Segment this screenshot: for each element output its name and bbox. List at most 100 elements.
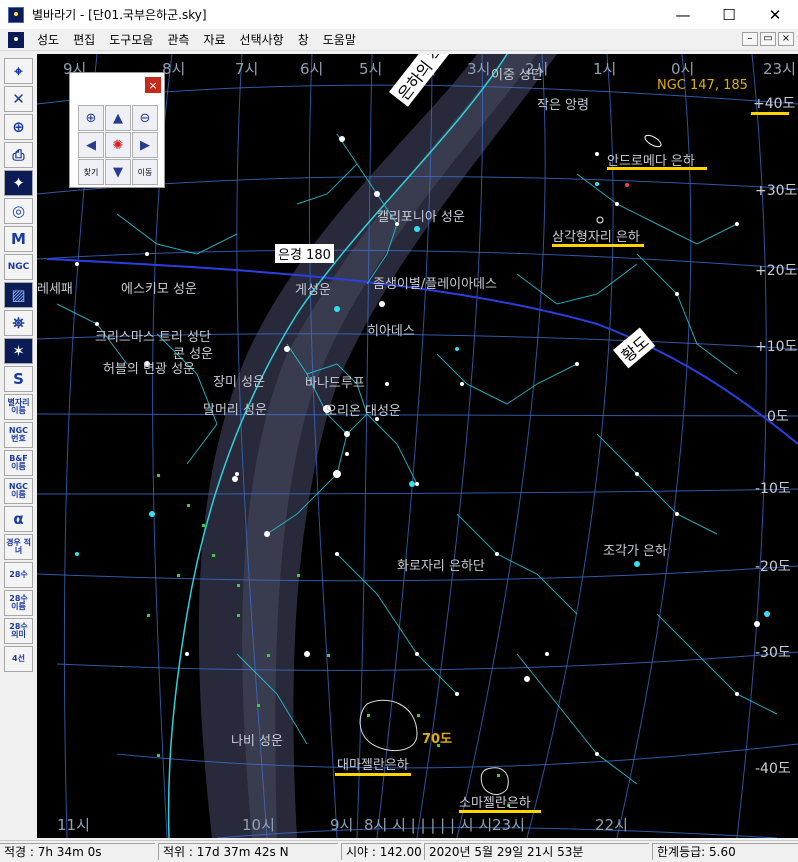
hour-label-bottom: 23시 [492, 816, 525, 834]
globe-icon[interactable]: ⊕ [4, 114, 33, 140]
zoom-out-icon[interactable]: ⊖ [132, 105, 158, 131]
menu-help[interactable]: 도움말 [316, 31, 363, 48]
dec40-underline [751, 112, 789, 115]
star-map-icon[interactable]: ✦ [4, 170, 33, 196]
nebula-icon[interactable]: ◎ [4, 198, 33, 224]
menu-bar: 성도 편집 도구모음 관측 자료 선택사항 창 도움말 – ▭ × [0, 29, 798, 51]
ngc147-label[interactable]: NGC 147, 185 [657, 78, 748, 93]
zodiac28-name-icon[interactable]: 28수 이름 [4, 590, 33, 616]
center-icon[interactable]: ✺ [105, 132, 131, 158]
maximize-button[interactable]: ☐ [706, 0, 752, 29]
dec-label: -30도 [755, 645, 791, 661]
milkyway-icon[interactable]: ▨ [4, 282, 33, 308]
jellyfish-label[interactable]: 레세패 [37, 278, 73, 297]
status-dec: 적위 : 17d 37m 42s N [158, 843, 338, 860]
tools-icon[interactable]: 4선 [4, 646, 33, 672]
crab-nebula-label[interactable]: 게성운 [295, 279, 331, 298]
nav-close-button[interactable]: × [145, 77, 161, 93]
cross-grid-icon[interactable]: ✕ [4, 86, 33, 112]
menu-star-chart[interactable]: 성도 [30, 31, 66, 48]
orion-nebula-label[interactable]: 오리온 대성운 [325, 400, 401, 419]
smc-underline [459, 810, 541, 813]
hour-label-top: 3시 [467, 60, 491, 78]
hour-label-top: 5시 [359, 60, 383, 78]
navigation-panel: × ⊕ ▲ ⊖ ◀ ✺ ▶ 찾기 ▼ 이동 [69, 72, 165, 188]
fornax-cluster-label[interactable]: 화로자리 은하단 [397, 555, 485, 574]
telescope-icon[interactable]: ⛯ [4, 310, 33, 336]
status-bar: 적경 : 7h 34m 0s 적위 : 17d 37m 42s N 시야 : 1… [0, 840, 798, 862]
barnard-loop-label[interactable]: 바나드루프 [305, 372, 365, 391]
mdi-restore-button[interactable]: ▭ [760, 32, 776, 46]
starfield-icon[interactable]: ✶ [4, 338, 33, 364]
menu-edit[interactable]: 편집 [66, 31, 102, 48]
dec-label: 0도 [767, 409, 789, 425]
lmc-underline [335, 773, 411, 776]
menu-observe[interactable]: 관측 [160, 31, 196, 48]
zodiac28-icon[interactable]: 28수 [4, 562, 33, 588]
hour-label-bottom: 10시 [242, 816, 275, 834]
left-toolbar: ⌖ ✕ ⊕ ⎙ ✦ ◎ M NGC ▨ ⛯ ✶ S 별자리 이름 NGC 번호 … [2, 54, 35, 834]
path-icon[interactable]: S [4, 366, 33, 392]
ngc-icon[interactable]: NGC [4, 254, 33, 280]
sculptor-galaxy-label[interactable]: 조각가 은하 [603, 540, 667, 559]
hour-label-top: 23시 [763, 60, 796, 78]
ra-icon[interactable]: 경우 적녀 [4, 534, 33, 560]
menu-data[interactable]: 자료 [196, 31, 232, 48]
arrow-left-icon[interactable]: ◀ [78, 132, 104, 158]
window-title: 별바라기 - [단01.국부은하군.sky] [32, 8, 207, 22]
pleiades-label[interactable]: 좀생이별/플레이아데스 [373, 273, 497, 292]
dec-label: +30도 [755, 183, 798, 199]
print-icon[interactable]: ⎙ [4, 142, 33, 168]
ngc-name-icon[interactable]: NGC 이름 [4, 478, 33, 504]
ngc-number-icon[interactable]: NGC 번호 [4, 422, 33, 448]
mdi-close-button[interactable]: × [778, 32, 794, 46]
arrow-down-icon[interactable]: ▼ [105, 159, 131, 185]
bayer-name-icon[interactable]: B&F 이름 [4, 450, 33, 476]
mdi-minimize-button[interactable]: – [742, 32, 758, 46]
hour-label-bottom: 22시 [595, 816, 628, 834]
eskimo-nebula-label[interactable]: 에스키모 성운 [121, 278, 197, 297]
lmc-label[interactable]: 대마젤란은하 [337, 754, 409, 773]
hyades-label[interactable]: 히아데스 [367, 320, 415, 339]
dec-label: +20도 [755, 263, 798, 279]
status-datetime: 2020년 5월 29일 21시 53분 [424, 843, 649, 860]
zoom-in-icon[interactable]: ⊕ [78, 105, 104, 131]
butterfly-nebula-label[interactable]: 나비 성운 [231, 730, 283, 749]
hour-label-top: 6시 [300, 60, 324, 78]
dec-label: -40도 [755, 761, 791, 777]
hour-label-bottom: 11시 [57, 816, 90, 834]
status-ra: 적경 : 7h 34m 0s [0, 843, 155, 860]
hour-label-bottom: 9시 [330, 816, 354, 834]
hour-label-top: 0시 [671, 60, 695, 78]
search-icon[interactable]: 찾기 [78, 159, 104, 185]
zodiac28-meaning-icon[interactable]: 28수 의미 [4, 618, 33, 644]
arrow-right-icon[interactable]: ▶ [132, 132, 158, 158]
minimize-button[interactable]: — [660, 0, 706, 29]
california-nebula-label[interactable]: 캘리포니아 성운 [377, 206, 465, 225]
small-group-label[interactable]: 작은 앙령 [537, 94, 589, 113]
hour-label-top: 1시 [593, 60, 617, 78]
rosette-nebula-label[interactable]: 장미 성운 [213, 371, 265, 390]
messier-icon[interactable]: M [4, 226, 33, 252]
arrow-up-icon[interactable]: ▲ [105, 105, 131, 131]
document-icon[interactable] [8, 31, 24, 48]
horsehead-nebula-label[interactable]: 말머리 성운 [203, 399, 267, 418]
menu-options[interactable]: 선택사항 [233, 31, 291, 48]
menu-window[interactable]: 창 [291, 31, 316, 48]
dec-label: -10도 [755, 481, 791, 497]
triangulum-label[interactable]: 삼각형자리 은하 [552, 226, 640, 245]
smc-label[interactable]: 소마젤란은하 [459, 792, 531, 811]
dec-label: -20도 [755, 559, 791, 575]
alpha-icon[interactable]: α [4, 506, 33, 532]
move-icon[interactable]: 이동 [132, 159, 158, 185]
menu-toolbar[interactable]: 도구모음 [102, 31, 160, 48]
close-button[interactable]: ✕ [752, 0, 798, 29]
status-mag-limit: 한계등급: 5.60 [652, 843, 798, 860]
dec-label: +10도 [755, 339, 798, 355]
app-logo-icon [8, 6, 24, 23]
star-name-icon[interactable]: 별자리 이름 [4, 394, 33, 420]
dwarf-galaxy-label[interactable]: 이중 성단 [491, 64, 543, 83]
target-icon[interactable]: ⌖ [4, 58, 33, 84]
hubble-nebula-label[interactable]: 허블의 변광 성운 [103, 358, 195, 377]
lmc-marker-label: 70도 [422, 732, 453, 747]
